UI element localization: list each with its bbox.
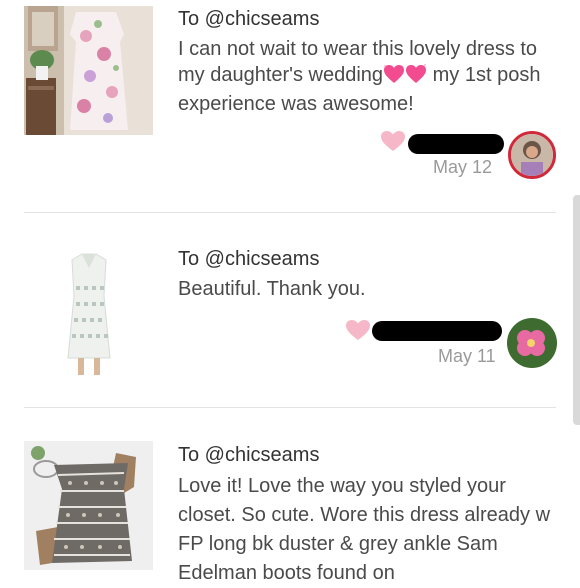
note-message: I can not wait to wear this lovely dress… [178, 36, 563, 117]
redacted-username [408, 134, 504, 154]
listing-thumbnail-floral-dress[interactable] [24, 6, 153, 135]
listing-thumbnail-white-dress[interactable] [24, 246, 153, 375]
scrollbar[interactable] [573, 195, 580, 425]
avatar[interactable] [508, 131, 556, 179]
sparkling-heart-emoji-icon [383, 64, 405, 91]
love-note-3: To @chicseams Love it! Love the way you … [0, 408, 580, 584]
redacted-username [372, 321, 502, 341]
note-recipient[interactable]: To @chicseams [178, 248, 319, 271]
love-note-1: To @chicseams I can not wait to wear thi… [0, 0, 580, 212]
listing-thumbnail-patterned-dress[interactable] [24, 441, 153, 570]
heart-icon[interactable] [380, 130, 406, 157]
avatar[interactable] [507, 318, 557, 368]
heart-icon[interactable] [345, 319, 371, 346]
sparkling-heart-emoji-icon [405, 64, 427, 91]
love-note-2: To @chicseams Beautiful. Thank you. May … [0, 213, 580, 407]
note-message: Love it! Love the way you styled your cl… [178, 475, 551, 584]
note-date: May 11 [438, 346, 496, 366]
note-message: Beautiful. Thank you. [178, 278, 366, 300]
note-recipient[interactable]: To @chicseams [178, 444, 319, 467]
note-recipient[interactable]: To @chicseams [178, 8, 319, 31]
note-date: May 12 [433, 157, 493, 177]
